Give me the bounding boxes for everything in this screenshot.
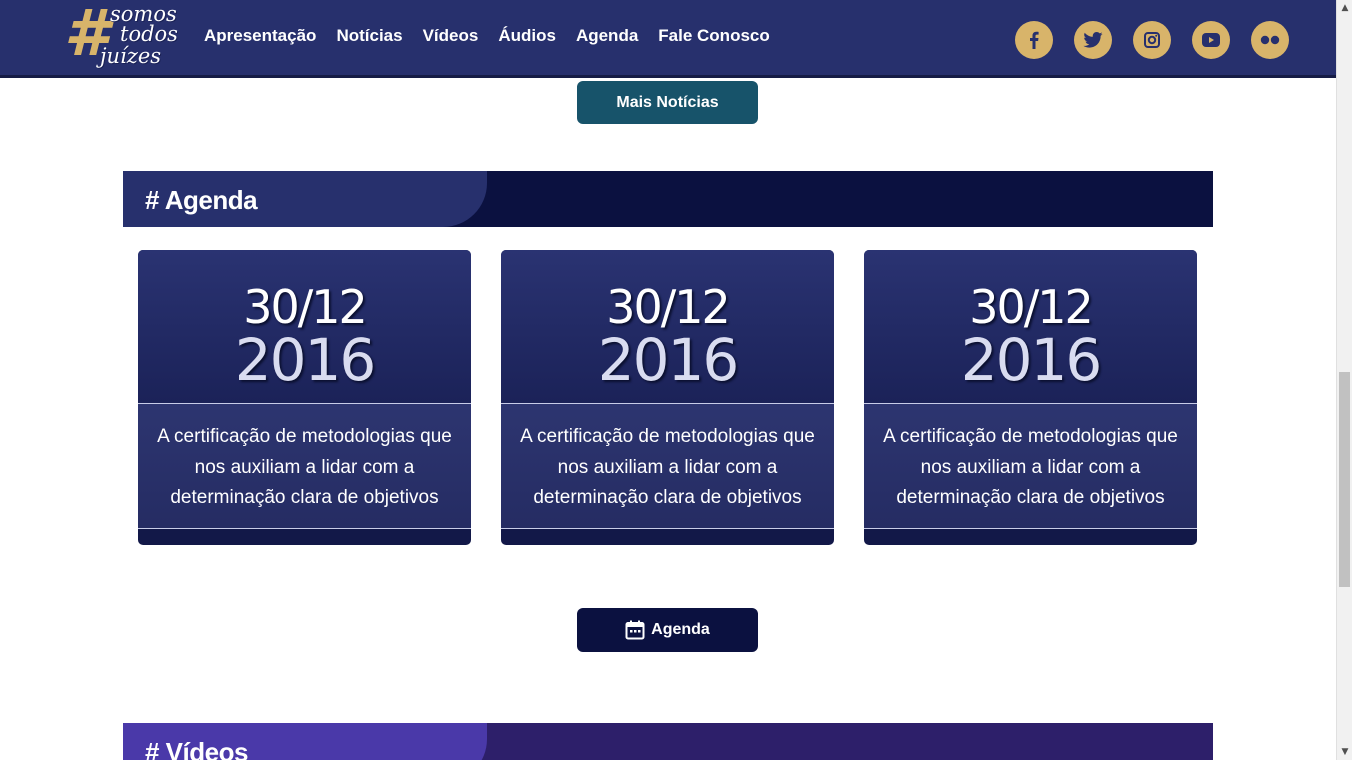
agenda-card-day: 30/12 xyxy=(243,280,368,334)
instagram-button[interactable] xyxy=(1133,21,1171,59)
nav-item-noticias[interactable]: Notícias xyxy=(336,24,402,48)
videos-title: # Vídeos xyxy=(145,737,248,760)
youtube-icon xyxy=(1202,33,1220,47)
agenda-card-year: 2016 xyxy=(960,326,1103,394)
agenda-card-year: 2016 xyxy=(234,326,377,394)
social-links xyxy=(994,21,1289,59)
nav-item-apresentacao[interactable]: Apresentação xyxy=(204,24,316,48)
agenda-card[interactable]: 30/12 2016 A certificação de metodologia… xyxy=(501,250,834,545)
nav-item-agenda[interactable]: Agenda xyxy=(576,24,638,48)
facebook-icon xyxy=(1029,31,1039,49)
scroll-down-arrow[interactable]: ▼ xyxy=(1337,744,1352,760)
agenda-card[interactable]: 30/12 2016 A certificação de metodologia… xyxy=(864,250,1197,545)
site-logo[interactable]: # somos todos juízes xyxy=(62,0,182,78)
site-header: # somos todos juízes Apresentação Notíci… xyxy=(0,0,1336,78)
videos-section-header: # Vídeos xyxy=(123,723,1213,760)
logo-word-2: todos xyxy=(120,22,178,46)
agenda-card-date: 30/12 2016 xyxy=(501,250,834,403)
scrollbar-thumb[interactable] xyxy=(1339,372,1350,587)
agenda-card[interactable]: 30/12 2016 A certificação de metodologia… xyxy=(138,250,471,545)
nav-item-videos[interactable]: Vídeos xyxy=(423,24,479,48)
agenda-card-description: A certificação de metodologias que nos a… xyxy=(520,426,815,508)
nav-item-fale-conosco[interactable]: Fale Conosco xyxy=(658,24,769,48)
agenda-button[interactable]: Agenda xyxy=(577,608,758,652)
agenda-card-body: A certificação de metodologias que nos a… xyxy=(501,404,834,528)
more-news-button[interactable]: Mais Notícias xyxy=(577,81,758,124)
twitter-icon xyxy=(1083,32,1103,48)
flickr-button[interactable] xyxy=(1251,21,1289,59)
scroll-up-arrow[interactable]: ▲ xyxy=(1337,0,1352,16)
youtube-button[interactable] xyxy=(1192,21,1230,59)
agenda-card-body: A certificação de metodologias que nos a… xyxy=(138,404,471,528)
flickr-icon xyxy=(1260,35,1280,45)
facebook-button[interactable] xyxy=(1015,21,1053,59)
instagram-icon xyxy=(1144,32,1160,48)
divider xyxy=(138,528,471,529)
calendar-icon xyxy=(625,620,645,640)
divider xyxy=(864,528,1197,529)
agenda-card-day: 30/12 xyxy=(969,280,1094,334)
agenda-card-date: 30/12 2016 xyxy=(864,250,1197,403)
agenda-card-description: A certificação de metodologias que nos a… xyxy=(883,426,1178,508)
agenda-card-day: 30/12 xyxy=(606,280,731,334)
agenda-button-label: Agenda xyxy=(651,621,710,638)
main-nav: Apresentação Notícias Vídeos Áudios Agen… xyxy=(204,24,790,48)
divider xyxy=(501,528,834,529)
agenda-section-header: # Agenda xyxy=(123,171,1213,227)
logo-word-3: juízes xyxy=(100,44,162,68)
agenda-title: # Agenda xyxy=(145,185,258,215)
page-scrollbar[interactable]: ▲ ▼ xyxy=(1336,0,1352,760)
nav-item-audios[interactable]: Áudios xyxy=(498,24,556,48)
agenda-card-description: A certificação de metodologias que nos a… xyxy=(157,426,452,508)
twitter-button[interactable] xyxy=(1074,21,1112,59)
agenda-card-year: 2016 xyxy=(597,326,740,394)
agenda-card-date: 30/12 2016 xyxy=(138,250,471,403)
agenda-card-body: A certificação de metodologias que nos a… xyxy=(864,404,1197,528)
page: # somos todos juízes Apresentação Notíci… xyxy=(0,0,1336,760)
